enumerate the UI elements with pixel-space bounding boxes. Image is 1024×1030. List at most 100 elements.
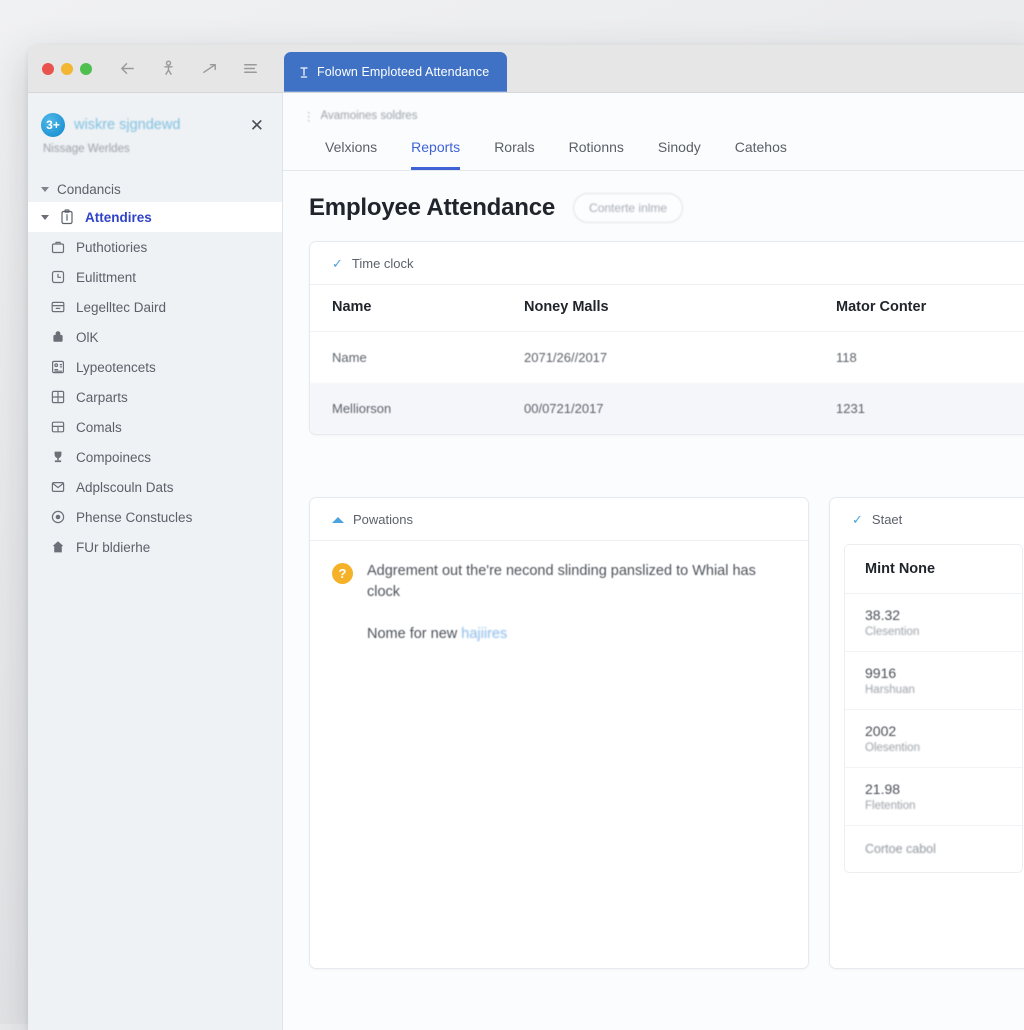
- close-window-button[interactable]: [42, 62, 54, 75]
- cell-date: 00/0721/2017: [502, 383, 814, 434]
- sidebar-item-label: Comals: [76, 419, 122, 435]
- page-title-row: Employee Attendance Conterte inlme: [309, 193, 1024, 223]
- list-item-label: Fletention: [865, 800, 916, 812]
- tab-reports[interactable]: Reports: [411, 139, 461, 170]
- page-title: Employee Attendance: [309, 194, 556, 221]
- mint-none-list: Mint None 38.32 Clesention 9916 Harshuan…: [844, 544, 1023, 873]
- time-clock-card: ✓ Time clock Name Noney Malls Mator Cont…: [309, 241, 1024, 435]
- sidebar-item-adplscouln-dats[interactable]: Adplscouln Dats: [28, 472, 282, 502]
- column-header-date[interactable]: Noney Malls: [502, 284, 814, 332]
- window-split-icon: [50, 419, 66, 435]
- chevron-up-icon: [332, 516, 344, 523]
- envelope-icon: [50, 479, 66, 495]
- cell-value: 118: [814, 331, 1024, 383]
- sidebar-title: wiskre sjgndewd: [74, 117, 181, 133]
- sidebar-item-fur-bldierhe[interactable]: FUr bldierhe: [28, 532, 282, 562]
- list-item-value: 2002: [865, 723, 897, 739]
- content-toggle-button[interactable]: Conterte inlme: [573, 193, 684, 223]
- question-badge-icon: ?: [332, 563, 353, 584]
- browser-tab-active[interactable]: Folown Emploteed Attendance: [284, 52, 508, 92]
- sidebar-item-label: Legelltec Daird: [76, 299, 167, 315]
- list-footer-link[interactable]: Cortoe cabol: [845, 826, 1022, 872]
- attendance-table-head: Name Noney Malls Mator Conter: [310, 284, 1024, 332]
- archive-box-icon: [50, 299, 66, 315]
- list-item[interactable]: 38.32 Clesention: [845, 594, 1022, 652]
- tab-rotionns[interactable]: Rotionns: [569, 139, 624, 170]
- cell-name: Name: [310, 331, 502, 383]
- hamburger-menu-icon[interactable]: [241, 59, 260, 78]
- hires-link[interactable]: hajiires: [461, 626, 507, 642]
- list-item-value: 21.98: [865, 781, 901, 797]
- notice-subtext-prefix: Nome for new: [367, 625, 462, 642]
- time-clock-card-header: ✓ Time clock: [310, 242, 1024, 284]
- tab-velxions[interactable]: Velxions: [325, 139, 377, 170]
- column-header-center[interactable]: Mator Conter: [814, 284, 1024, 332]
- list-item[interactable]: 2002 Olesention: [845, 710, 1022, 768]
- bottom-panels: Powations ? Adgrement out the're necond …: [309, 497, 1024, 969]
- cell-value: 1231: [814, 383, 1024, 434]
- app-logo-icon: 3+: [41, 113, 65, 137]
- sidebar-close-icon[interactable]: ✕: [244, 115, 270, 136]
- check-icon: ✓: [332, 256, 343, 271]
- table-row[interactable]: Name 2071/26//2017 118: [310, 331, 1024, 383]
- time-clock-card-title: Time clock: [351, 256, 414, 271]
- sidebar-item-compoinecs[interactable]: Compoinecs: [28, 442, 282, 472]
- sidebar-item-carparts[interactable]: Carparts: [28, 382, 282, 412]
- maximize-window-button[interactable]: [80, 62, 92, 75]
- tab-catehos[interactable]: Catehos: [735, 139, 787, 170]
- powations-panel-header[interactable]: Powations: [310, 498, 808, 541]
- browser-window: Folown Emploteed Attendance 3+ wiskre sj…: [28, 45, 1024, 1030]
- attendance-table-body: Name 2071/26//2017 118 Melliorson 00/072…: [310, 331, 1024, 434]
- staet-panel-header: ✓ Staet: [830, 498, 1024, 540]
- sidebar-item-puthotiories[interactable]: Puthotiories: [28, 232, 282, 262]
- browser-tab-title: Folown Emploteed Attendance: [317, 65, 490, 79]
- minimize-window-button[interactable]: [61, 62, 73, 75]
- sidebar-item-label: Lypeotencets: [76, 359, 156, 375]
- staet-panel: ✓ Staet Mint None 38.32 Clesention 9916: [829, 497, 1024, 969]
- clock-square-icon: [50, 269, 66, 285]
- sidebar-item-phense-constucles[interactable]: Phense Constucles: [28, 502, 282, 532]
- briefcase-icon: [50, 239, 66, 255]
- browser-nav-icons: [118, 59, 260, 78]
- chevron-down-icon: [41, 187, 49, 192]
- main-content: ⋮ Avamoines soldres Velxions Reports Ror…: [283, 93, 1024, 1030]
- list-item-label: Harshuan: [865, 684, 915, 696]
- list-item[interactable]: 9916 Harshuan: [845, 652, 1022, 710]
- cell-date: 2071/26//2017: [502, 331, 814, 383]
- person-icon[interactable]: [159, 59, 178, 78]
- powations-panel-title: Powations: [353, 512, 413, 527]
- sidebar-item-label: Puthotiories: [76, 239, 148, 255]
- notice-subtext: Nome for new hajiires: [367, 626, 784, 642]
- id-card-icon: [50, 359, 66, 375]
- sidebar-item-label: Adplscouln Dats: [76, 479, 174, 495]
- grid-blocks-icon: [50, 389, 66, 405]
- sidebar-item-eulittment[interactable]: Eulittment: [28, 262, 282, 292]
- list-item-value: 38.32: [865, 607, 901, 623]
- sidebar-group-header[interactable]: Condancis: [28, 177, 282, 202]
- forward-arrow-icon[interactable]: [200, 59, 219, 78]
- sidebar-group-label: Condancis: [57, 182, 121, 197]
- tab-rorals[interactable]: Rorals: [494, 139, 534, 170]
- sidebar: 3+ wiskre sjgndewd ✕ Nissage Werldes Con…: [28, 93, 283, 1030]
- tab-sinody[interactable]: Sinody: [658, 139, 701, 170]
- notice-body: Adgrement out the're necond slinding pan…: [367, 561, 784, 642]
- powations-panel: Powations ? Adgrement out the're necond …: [309, 497, 809, 969]
- column-header-name[interactable]: Name: [310, 284, 502, 332]
- sidebar-nav-group: Condancis Attendires Puthotiories Eulitt…: [28, 177, 282, 562]
- sidebar-item-legelltec-daird[interactable]: Legelltec Daird: [28, 292, 282, 322]
- sidebar-item-attendires[interactable]: Attendires: [28, 202, 282, 232]
- sidebar-header: 3+ wiskre sjgndewd ✕: [28, 103, 282, 137]
- sidebar-subtitle: Nissage Werldes: [43, 143, 130, 155]
- list-item[interactable]: 21.98 Fletention: [845, 768, 1022, 826]
- browser-chrome: Folown Emploteed Attendance: [28, 45, 1024, 93]
- breadcrumb: ⋮ Avamoines soldres: [283, 93, 1024, 123]
- back-arrow-icon[interactable]: [118, 59, 137, 78]
- sidebar-item-lypeotencets[interactable]: Lypeotencets: [28, 352, 282, 382]
- sidebar-item-label: Phense Constucles: [76, 509, 193, 525]
- sidebar-item-label: OlK: [76, 329, 99, 345]
- sidebar-item-comals[interactable]: Comals: [28, 412, 282, 442]
- radio-dot-icon: [50, 509, 66, 525]
- table-row[interactable]: Melliorson 00/0721/2017 1231: [310, 383, 1024, 434]
- chevron-down-icon: [41, 214, 49, 220]
- sidebar-item-olk[interactable]: OlK: [28, 322, 282, 352]
